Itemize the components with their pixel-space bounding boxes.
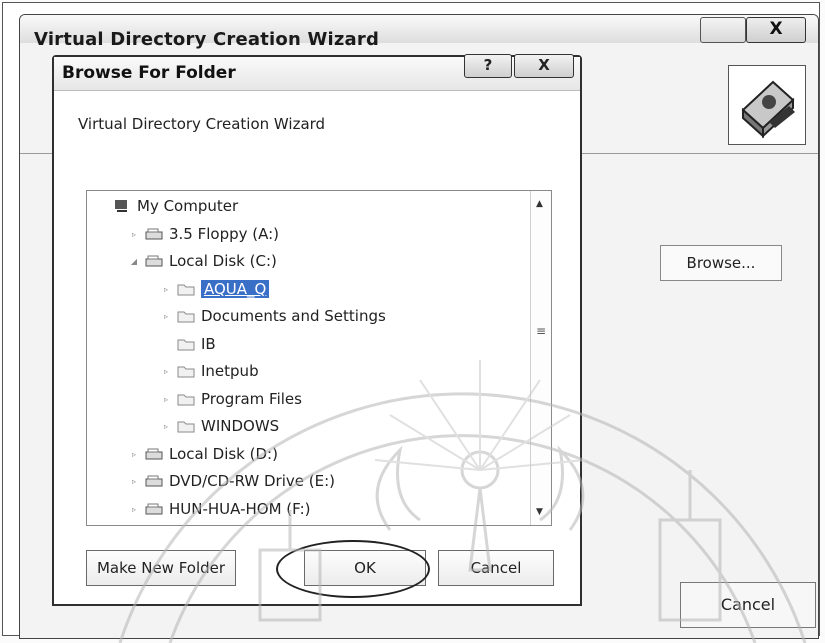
wizard-title: Virtual Directory Creation Wizard [34, 29, 380, 50]
folder-icon [177, 364, 195, 378]
tree-expander-icon[interactable]: ▹ [129, 230, 139, 240]
tree-node-label[interactable]: My Computer [137, 197, 238, 215]
tree-expander-icon[interactable]: ▹ [161, 422, 171, 432]
tree-node-label[interactable]: Program Files [201, 390, 302, 408]
wizard-minimize-button[interactable] [700, 17, 746, 43]
tree-expander-icon[interactable]: ▹ [129, 450, 139, 460]
dialog-title-bar: Browse For Folder ? X [54, 54, 580, 91]
folder-tree[interactable]: My Computer ▹ 3.5 Floppy (A:) ◢ Local Disk (… [86, 190, 552, 526]
scroll-up-arrow-icon[interactable]: ▲ [536, 199, 543, 209]
dialog-title: Browse For Folder [62, 63, 236, 83]
tree-node-label[interactable]: HUN-HUA-HOM (F:) [169, 500, 311, 518]
tree-node-label[interactable]: Local Disk (D:) [169, 445, 278, 463]
tree-node-label[interactable]: DVD/CD-RW Drive (E:) [169, 472, 335, 490]
ok-button[interactable]: OK [304, 550, 426, 586]
dvd-drive-icon [145, 474, 163, 488]
hard-disk-icon [145, 447, 163, 461]
tree-expander-icon[interactable]: ▹ [161, 285, 171, 295]
tree-expander-icon[interactable]: ▹ [129, 477, 139, 487]
tree-node-label[interactable]: IB [201, 335, 216, 353]
tree-expander-icon[interactable] [161, 340, 171, 350]
wizard-close-button[interactable]: X [746, 17, 806, 43]
scroll-down-arrow-icon[interactable]: ▼ [536, 507, 543, 517]
tree-expander-icon[interactable]: ▹ [161, 367, 171, 377]
tree-node-label[interactable]: AQUA_Q [201, 279, 270, 298]
folder-icon [177, 282, 195, 296]
tree-expander-icon[interactable] [97, 202, 107, 212]
folder-icon [177, 392, 195, 406]
tree-node-label[interactable]: Inetpub [201, 362, 259, 380]
folder-icon [177, 309, 195, 323]
scroll-thumb-grip-icon[interactable]: ≡ [536, 325, 546, 337]
browse-for-folder-dialog: Browse For Folder ? X Virtual Directory … [52, 54, 582, 606]
cancel-button[interactable]: Cancel [438, 550, 554, 586]
floppy-drive-icon [145, 227, 163, 241]
wizard-cancel-button[interactable]: Cancel [680, 582, 816, 628]
wizard-title-bar: Virtual Directory Creation Wizard X [20, 15, 818, 50]
folder-icon [177, 337, 195, 351]
hard-disk-icon [145, 254, 163, 268]
removable-drive-icon [145, 502, 163, 516]
tree-node-label[interactable]: WINDOWS [201, 417, 279, 435]
make-new-folder-button[interactable]: Make New Folder [86, 550, 236, 586]
dialog-description: Virtual Directory Creation Wizard [78, 115, 326, 133]
tree-scrollbar[interactable]: ▲ ≡ ▼ [530, 191, 551, 525]
dialog-close-button[interactable]: X [514, 54, 574, 78]
wizard-book-icon [728, 65, 806, 145]
tree-expander-icon[interactable]: ◢ [129, 257, 139, 267]
tree-node-label[interactable]: Documents and Settings [201, 307, 386, 325]
tree-expander-icon[interactable]: ▹ [161, 312, 171, 322]
tree-expander-icon[interactable]: ▹ [161, 395, 171, 405]
tree-node-label[interactable]: 3.5 Floppy (A:) [169, 225, 279, 243]
folder-icon [177, 419, 195, 433]
help-button[interactable]: ? [464, 54, 512, 78]
tree-node-label[interactable]: Local Disk (C:) [169, 252, 277, 270]
wizard-browse-button[interactable]: Browse... [660, 245, 782, 281]
computer-icon [113, 199, 131, 213]
tree-expander-icon[interactable]: ▹ [129, 505, 139, 515]
